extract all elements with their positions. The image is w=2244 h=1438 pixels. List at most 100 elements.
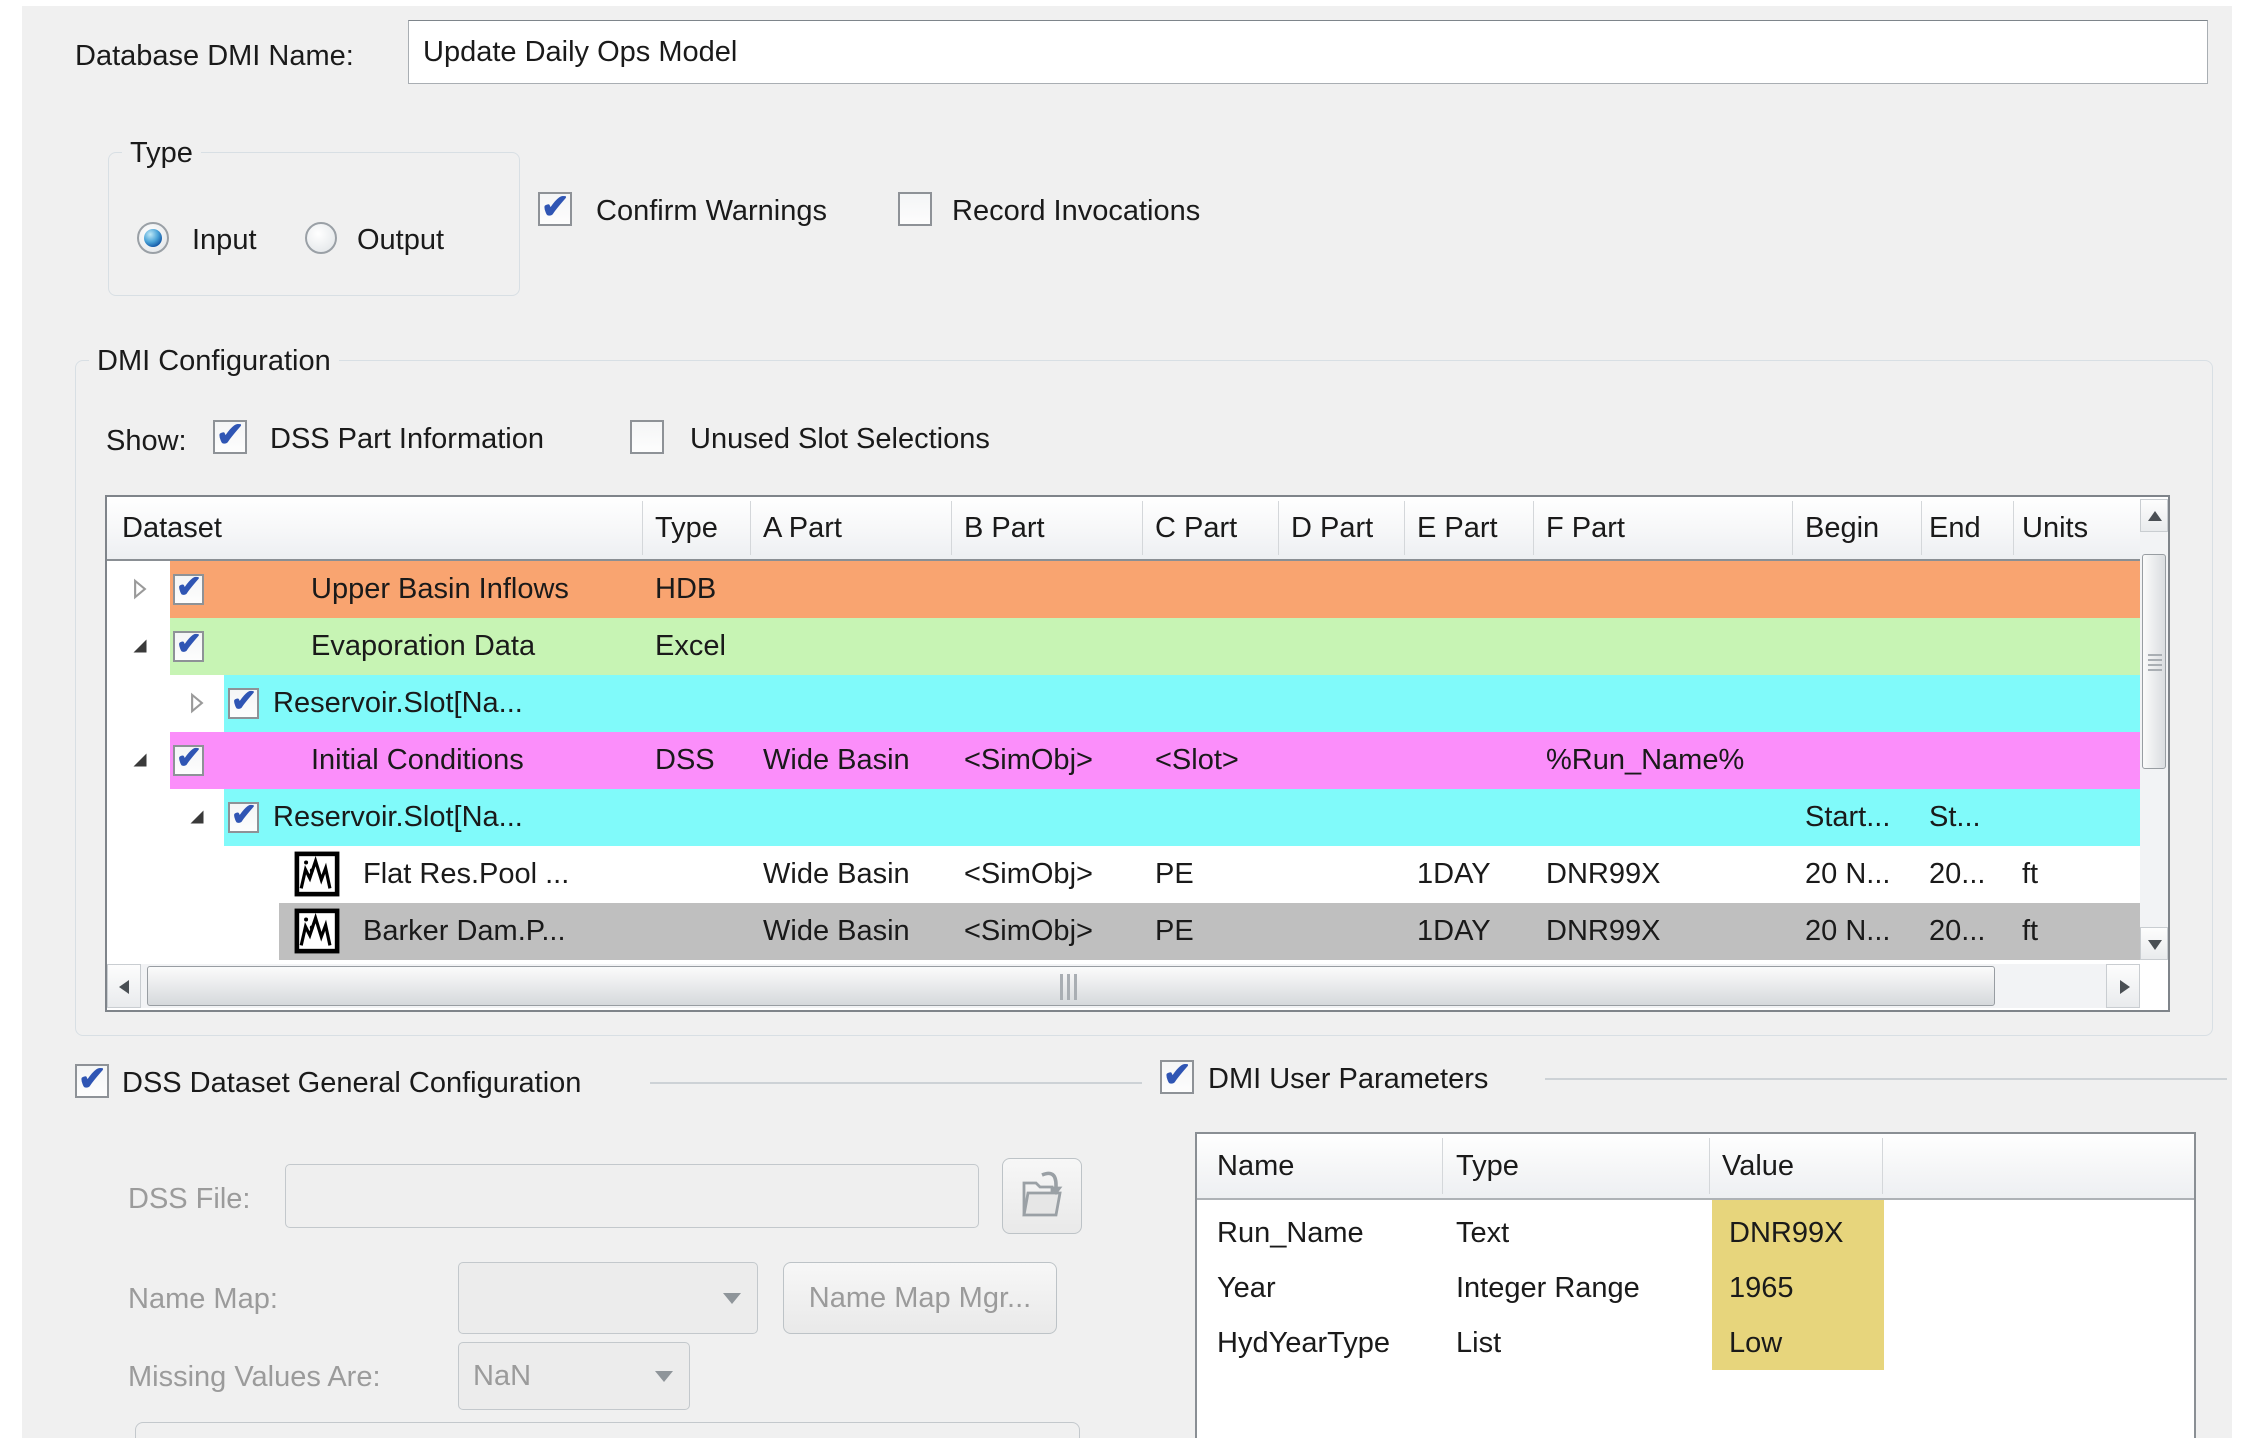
dmi-user-params-checkbox[interactable] — [1160, 1060, 1194, 1094]
tree-row[interactable]: Flat Res.Pool ...Wide Basin<SimObj>PE1DA… — [107, 846, 2140, 903]
cell-f: DNR99X — [1546, 846, 1660, 903]
cell-begin: 20 N... — [1805, 903, 1890, 960]
col-header-d-part[interactable]: D Part — [1291, 497, 1373, 559]
row-enabled-checkbox[interactable] — [173, 574, 204, 605]
section-rule — [650, 1082, 1142, 1084]
horizontal-scroll-thumb[interactable] — [147, 966, 1995, 1006]
scroll-right-button[interactable] — [2106, 964, 2140, 1008]
dss-file-browse-button[interactable] — [1002, 1158, 1082, 1234]
output-radio-label[interactable]: Output — [357, 224, 444, 256]
param-col-type[interactable]: Type — [1456, 1134, 1519, 1198]
col-header-a-part[interactable]: A Part — [763, 497, 842, 559]
col-header-type[interactable]: Type — [655, 497, 718, 559]
cell-c: PE — [1155, 846, 1194, 903]
col-header-units[interactable]: Units — [2022, 497, 2088, 559]
tree-row[interactable]: Evaporation DataExcel — [107, 618, 2140, 675]
expander-collapsed-icon[interactable] — [184, 690, 210, 716]
tree-row[interactable]: Upper Basin InflowsHDB — [107, 561, 2140, 618]
scroll-up-button[interactable] — [2140, 499, 2168, 532]
name-map-manager-button[interactable]: Name Map Mgr... — [783, 1262, 1057, 1334]
dataset-label[interactable]: Reservoir.Slot[Na... — [273, 789, 523, 846]
row-enabled-checkbox[interactable] — [228, 688, 259, 719]
col-header-c-part[interactable]: C Part — [1155, 497, 1237, 559]
unused-slots-checkbox[interactable] — [630, 420, 664, 454]
dataset-label[interactable]: Flat Res.Pool ... — [363, 846, 569, 903]
expander-collapsed-icon[interactable] — [127, 576, 153, 602]
name-map-dropdown[interactable] — [458, 1262, 758, 1334]
record-invocations-label[interactable]: Record Invocations — [952, 194, 1200, 228]
param-col-value[interactable]: Value — [1722, 1134, 1794, 1198]
param-col-name[interactable]: Name — [1217, 1134, 1294, 1198]
cell-c: <Slot> — [1155, 732, 1239, 789]
row-enabled-checkbox[interactable] — [173, 631, 204, 662]
dataset-label[interactable]: Barker Dam.P... — [363, 903, 566, 960]
param-name: Year — [1217, 1261, 1276, 1316]
dmi-config-title: DMI Configuration — [89, 344, 339, 378]
col-divider — [642, 501, 643, 555]
output-radio[interactable] — [305, 222, 337, 254]
type-group-title: Type — [122, 136, 201, 170]
col-header-e-part[interactable]: E Part — [1417, 497, 1498, 559]
cell-b: <SimObj> — [964, 732, 1093, 789]
missing-values-label: Missing Values Are: — [128, 1360, 381, 1394]
cell-end: St... — [1929, 789, 1981, 846]
dataset-table-header: Dataset Type A Part B Part C Part D Part… — [107, 497, 2140, 559]
col-header-dataset[interactable]: Dataset — [122, 497, 222, 559]
unused-slots-label[interactable]: Unused Slot Selections — [690, 422, 990, 456]
col-divider — [1278, 501, 1279, 555]
missing-values-dropdown[interactable]: NaN — [458, 1342, 690, 1410]
down-arrow-icon — [2148, 940, 2162, 950]
dataset-label[interactable]: Reservoir.Slot[Na... — [273, 675, 523, 732]
param-value[interactable]: 1965 — [1729, 1261, 1794, 1316]
row-enabled-checkbox[interactable] — [173, 745, 204, 776]
row-enabled-checkbox[interactable] — [228, 802, 259, 833]
slot-series-icon — [294, 851, 340, 897]
expander-expanded-icon[interactable] — [184, 804, 210, 830]
cell-a: Wide Basin — [763, 846, 910, 903]
col-header-f-part[interactable]: F Part — [1546, 497, 1625, 559]
expander-expanded-icon[interactable] — [127, 747, 153, 773]
cell-end: 20... — [1929, 903, 1985, 960]
col-header-b-part[interactable]: B Part — [964, 497, 1045, 559]
tree-row[interactable]: Initial ConditionsDSSWide Basin<SimObj><… — [107, 732, 2140, 789]
param-value[interactable]: Low — [1729, 1316, 1782, 1371]
scroll-down-button[interactable] — [2140, 927, 2168, 960]
horizontal-scrollbar[interactable] — [107, 964, 2140, 1008]
input-radio[interactable] — [137, 222, 169, 254]
input-radio-label[interactable]: Input — [192, 224, 257, 256]
cell-units: ft — [2022, 846, 2038, 903]
tree-row[interactable]: Barker Dam.P...Wide Basin<SimObj>PE1DAYD… — [107, 903, 2140, 960]
cell-e: 1DAY — [1417, 903, 1491, 960]
up-arrow-icon — [2148, 511, 2162, 521]
dss-part-info-checkbox[interactable] — [213, 420, 247, 454]
confirm-warnings-checkbox[interactable] — [538, 192, 572, 226]
expander-expanded-icon[interactable] — [127, 633, 153, 659]
dmi-name-input[interactable] — [409, 21, 2207, 83]
dataset-label[interactable]: Initial Conditions — [311, 732, 524, 789]
record-invocations-checkbox[interactable] — [898, 192, 932, 226]
tree-row[interactable]: Reservoir.Slot[Na...Start...St... — [107, 789, 2140, 846]
col-header-end[interactable]: End — [1929, 497, 1981, 559]
vertical-scroll-thumb[interactable] — [2142, 554, 2166, 769]
confirm-warnings-label[interactable]: Confirm Warnings — [596, 194, 827, 228]
missing-values-value: NaN — [473, 1343, 531, 1409]
tree-row[interactable]: Reservoir.Slot[Na... — [107, 675, 2140, 732]
dmi-name-input-frame — [408, 20, 2208, 84]
scroll-left-button[interactable] — [107, 964, 141, 1008]
param-value[interactable]: DNR99X — [1729, 1206, 1843, 1261]
col-header-begin[interactable]: Begin — [1805, 497, 1879, 559]
dss-part-info-label[interactable]: DSS Part Information — [270, 422, 544, 456]
dss-config-section-checkbox[interactable] — [75, 1064, 109, 1098]
left-arrow-icon — [119, 980, 129, 994]
dataset-label[interactable]: Evaporation Data — [311, 618, 535, 675]
cell-c: PE — [1155, 903, 1194, 960]
dss-file-label: DSS File: — [128, 1182, 250, 1216]
chevron-down-icon — [723, 1293, 741, 1304]
vertical-scrollbar[interactable] — [2140, 499, 2168, 960]
dmi-name-label: Database DMI Name: — [75, 40, 354, 72]
dataset-label[interactable]: Upper Basin Inflows — [311, 561, 569, 618]
dss-file-input[interactable] — [285, 1164, 979, 1228]
col-divider — [1533, 501, 1534, 555]
cell-end: 20... — [1929, 846, 1985, 903]
params-table-header: Name Type Value — [1197, 1134, 2194, 1198]
